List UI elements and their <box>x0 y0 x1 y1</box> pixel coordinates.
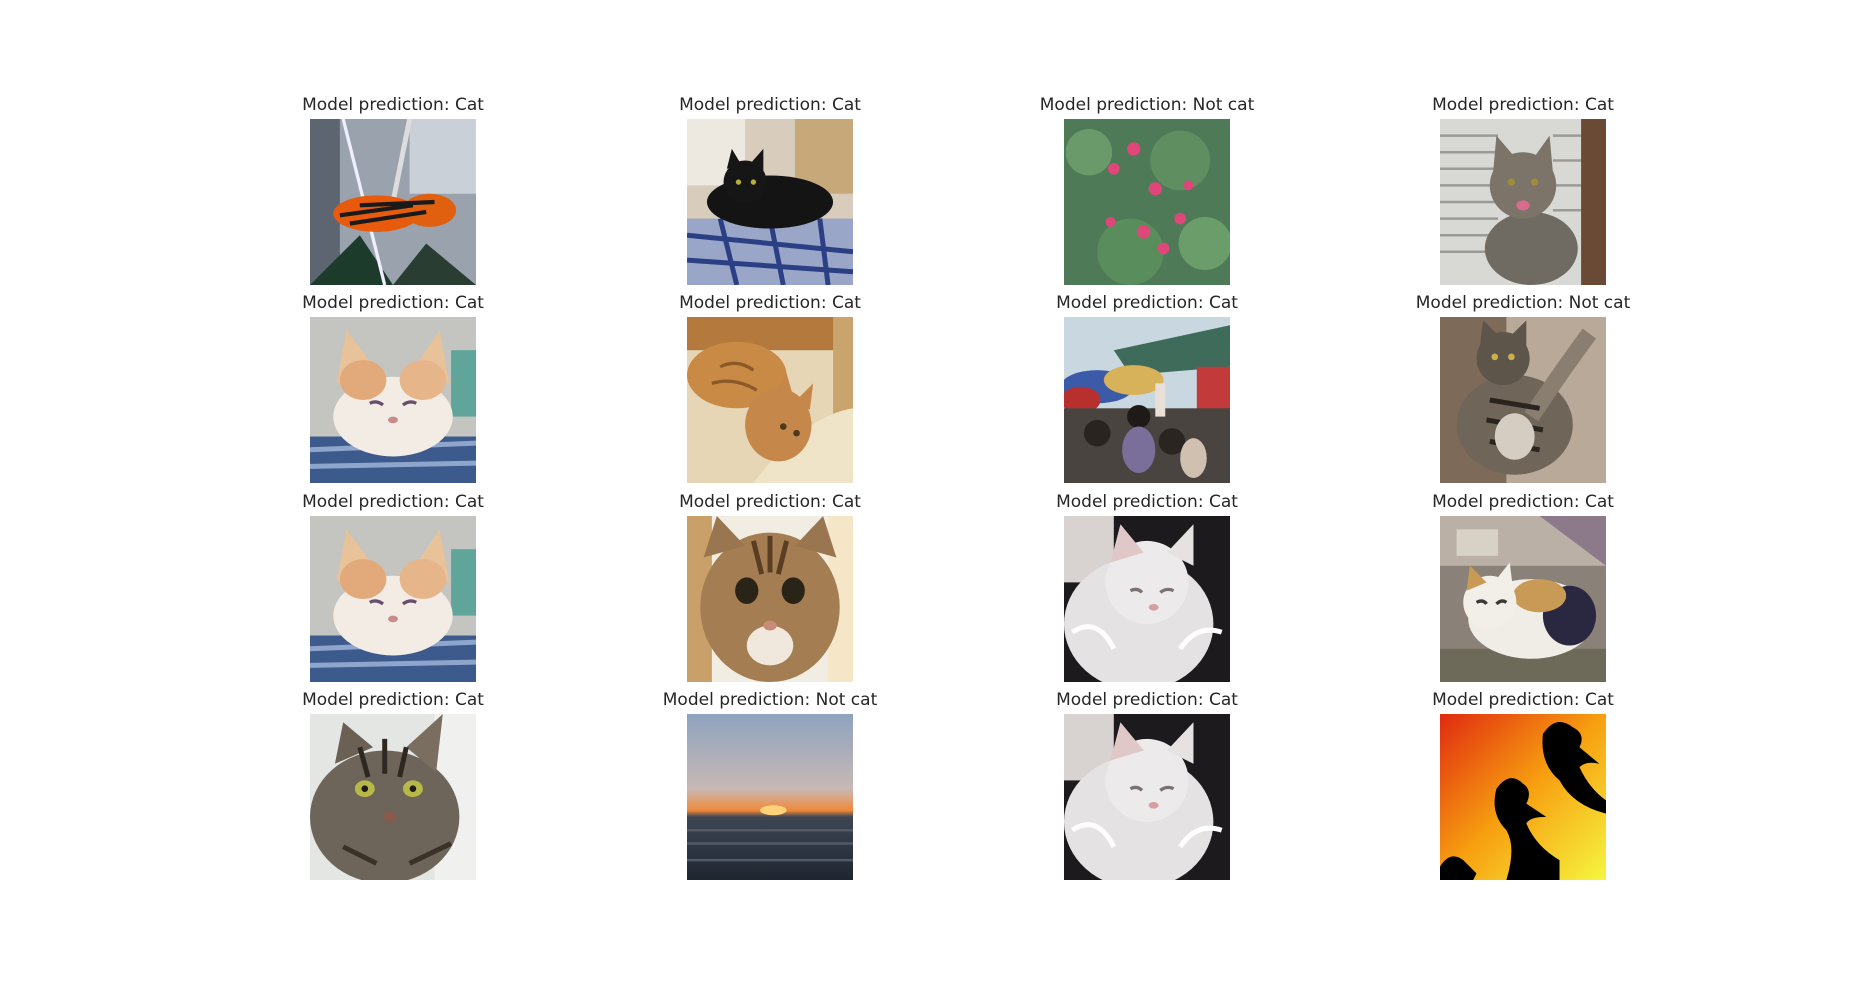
grid-cell: Model prediction: Cat <box>263 94 523 294</box>
prediction-label: Model prediction: Cat <box>302 95 484 115</box>
prediction-label: Model prediction: Cat <box>679 95 861 115</box>
prediction-label: Model prediction: Cat <box>1432 95 1614 115</box>
grid-cell: Model prediction: Cat <box>1393 689 1653 889</box>
grid-cell: Model prediction: Cat <box>1017 292 1277 492</box>
orange-cat-pillow-image <box>687 317 853 483</box>
butterfly-image <box>310 119 476 285</box>
white-fluffy-cat-image <box>1064 516 1230 682</box>
grid-cell: Model prediction: Cat <box>263 491 523 691</box>
black-cat-image <box>687 119 853 285</box>
tabby-cat-portrait-image <box>310 714 476 880</box>
prediction-label: Model prediction: Cat <box>1056 492 1238 512</box>
tabby-cat-window-image <box>1440 119 1606 285</box>
pink-flowers-image <box>1064 119 1230 285</box>
prediction-label: Model prediction: Not cat <box>1415 293 1631 313</box>
prediction-label: Model prediction: Cat <box>302 492 484 512</box>
sea-sunset-image <box>687 714 853 880</box>
grid-cell: Model prediction: Not cat <box>1393 292 1653 492</box>
grid-cell: Model prediction: Cat <box>1393 491 1653 691</box>
market-crowd-image <box>1064 317 1230 483</box>
prediction-label: Model prediction: Cat <box>1056 293 1238 313</box>
prediction-label: Model prediction: Cat <box>679 293 861 313</box>
orange-white-kitten-image <box>310 317 476 483</box>
grid-cell: Model prediction: Not cat <box>640 689 900 889</box>
calico-cat-image <box>1440 516 1606 682</box>
image-grid-figure: Model prediction: Cat Model prediction: … <box>0 0 1853 983</box>
grid-cell: Model prediction: Not cat <box>1017 94 1277 294</box>
cat-face-closeup-image <box>687 516 853 682</box>
prediction-label: Model prediction: Cat <box>1432 492 1614 512</box>
grid-cell: Model prediction: Cat <box>1017 491 1277 691</box>
birds-silhouette-image <box>1440 714 1606 880</box>
grid-cell: Model prediction: Cat <box>640 292 900 492</box>
grid-cell: Model prediction: Cat <box>1017 689 1277 889</box>
prediction-label: Model prediction: Cat <box>679 492 861 512</box>
prediction-label: Model prediction: Not cat <box>1039 95 1255 115</box>
prediction-label: Model prediction: Cat <box>302 690 484 710</box>
grid-cell: Model prediction: Cat <box>1393 94 1653 294</box>
prediction-label: Model prediction: Not cat <box>662 690 878 710</box>
orange-white-kitten-image <box>310 516 476 682</box>
prediction-label: Model prediction: Cat <box>302 293 484 313</box>
prediction-label: Model prediction: Cat <box>1056 690 1238 710</box>
grid-cell: Model prediction: Cat <box>263 292 523 492</box>
grid-cell: Model prediction: Cat <box>640 491 900 691</box>
grid-cell: Model prediction: Cat <box>263 689 523 889</box>
white-fluffy-cat-image <box>1064 714 1230 880</box>
fluffy-tabby-cat-image <box>1440 317 1606 483</box>
prediction-label: Model prediction: Cat <box>1432 690 1614 710</box>
grid-cell: Model prediction: Cat <box>640 94 900 294</box>
